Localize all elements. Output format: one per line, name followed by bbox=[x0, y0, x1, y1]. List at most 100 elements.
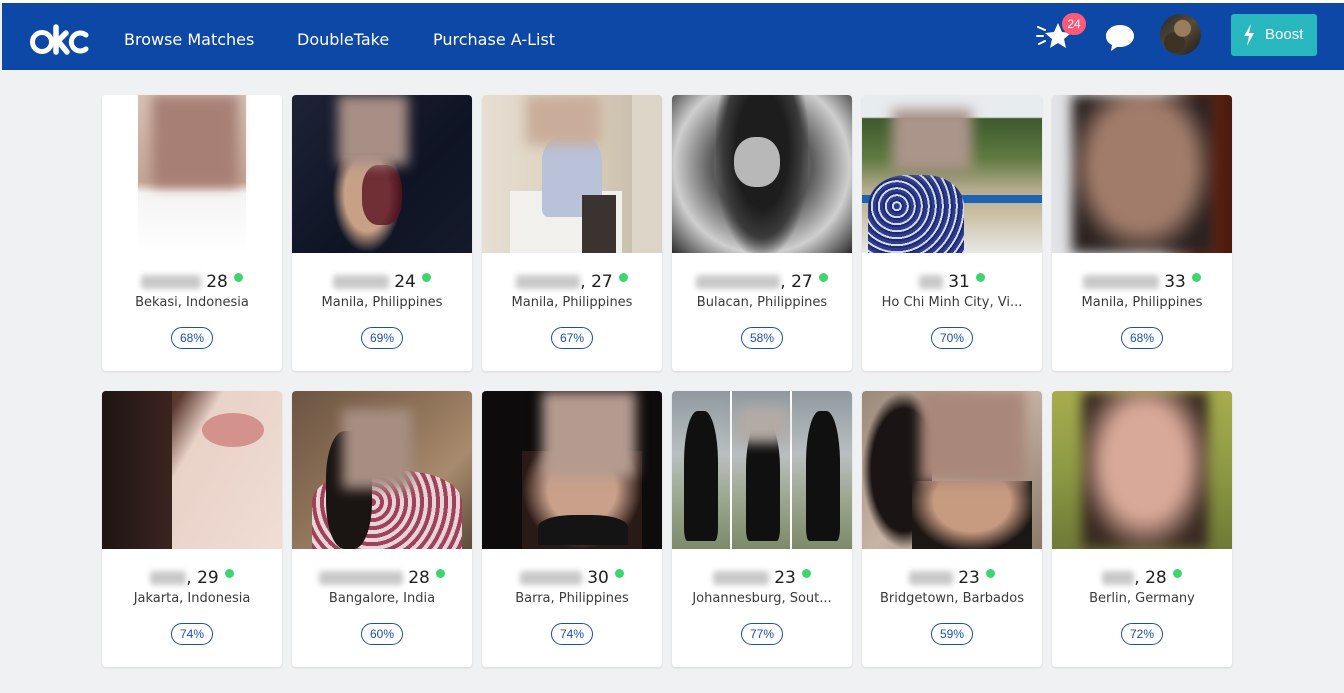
profile-location: Barra, Philippines bbox=[515, 591, 629, 606]
navbar: Browse Matches DoubleTake Purchase A-Lis… bbox=[2, 3, 1344, 70]
name-redacted bbox=[909, 570, 954, 585]
profile-age: 23 bbox=[774, 567, 796, 588]
profile-location: Bulacan, Philippines bbox=[696, 295, 828, 310]
online-indicator bbox=[435, 569, 445, 578]
match-percentage: 67% bbox=[551, 327, 593, 349]
profile-location: Bangalore, India bbox=[328, 591, 436, 606]
boost-button[interactable]: Boost bbox=[1231, 14, 1317, 56]
match-percentage: 68% bbox=[171, 327, 213, 349]
name-age-row: 23 bbox=[672, 567, 852, 589]
profile-location: Berlin, Germany bbox=[1089, 591, 1195, 606]
profile-card[interactable]: , 27 Bulacan, Philippines 58% bbox=[672, 95, 852, 371]
match-percentage: 74% bbox=[551, 623, 593, 645]
name-redacted bbox=[516, 274, 581, 289]
profile-photo bbox=[292, 391, 472, 549]
profile-card[interactable]: 28 Bekasi, Indonesia 68% bbox=[102, 95, 282, 371]
match-percentage: 68% bbox=[1121, 327, 1163, 349]
name-redacted bbox=[696, 274, 781, 289]
nav-browse-matches[interactable]: Browse Matches bbox=[124, 30, 254, 49]
profile-location: Manila, Philippines bbox=[511, 295, 633, 310]
profile-photo bbox=[482, 391, 662, 549]
bolt-icon bbox=[1244, 24, 1254, 46]
profile-age: , 29 bbox=[186, 567, 219, 588]
match-percentage: 74% bbox=[171, 623, 213, 645]
nav-purchase-a-list[interactable]: Purchase A-List bbox=[433, 30, 555, 49]
name-age-row: , 27 bbox=[482, 271, 662, 293]
profile-location: Bekasi, Indonesia bbox=[135, 295, 249, 310]
match-percentage: 59% bbox=[931, 623, 973, 645]
profile-photo bbox=[102, 391, 282, 549]
name-age-row: 23 bbox=[862, 567, 1042, 589]
profile-age: 24 bbox=[394, 271, 416, 292]
name-redacted bbox=[1102, 570, 1135, 585]
profile-age: 28 bbox=[408, 567, 430, 588]
name-redacted bbox=[319, 570, 404, 585]
online-indicator bbox=[975, 273, 985, 282]
profile-card[interactable]: 23 Johannesburg, Sout... 77% bbox=[672, 391, 852, 667]
online-indicator bbox=[233, 273, 243, 282]
match-percentage: 70% bbox=[931, 327, 973, 349]
profile-photo bbox=[292, 95, 472, 253]
online-indicator bbox=[801, 569, 811, 578]
profile-card[interactable]: , 28 Berlin, Germany 72% bbox=[1052, 391, 1232, 667]
profile-card[interactable]: , 29 Jakarta, Indonesia 74% bbox=[102, 391, 282, 667]
name-redacted bbox=[141, 274, 202, 289]
profile-card[interactable]: 28 Bangalore, India 60% bbox=[292, 391, 472, 667]
online-indicator bbox=[818, 273, 828, 282]
online-indicator bbox=[985, 569, 995, 578]
profile-photo bbox=[1052, 391, 1232, 549]
profile-age: , 27 bbox=[780, 271, 813, 292]
name-age-row: 28 bbox=[102, 271, 282, 293]
name-redacted bbox=[150, 570, 187, 585]
profile-photo bbox=[672, 391, 852, 549]
name-age-row: , 27 bbox=[672, 271, 852, 293]
profile-card[interactable]: 30 Barra, Philippines 74% bbox=[482, 391, 662, 667]
profile-age: 31 bbox=[948, 271, 970, 292]
profile-location: Johannesburg, Sout... bbox=[692, 591, 832, 606]
profile-location: Manila, Philippines bbox=[321, 295, 443, 310]
notification-badge: 24 bbox=[1062, 13, 1086, 35]
online-indicator bbox=[224, 569, 234, 578]
profile-card[interactable]: 31 Ho Chi Minh City, Vi... 70% bbox=[862, 95, 1042, 371]
name-redacted bbox=[919, 274, 944, 289]
name-age-row: , 28 bbox=[1052, 567, 1232, 589]
match-percentage: 77% bbox=[741, 623, 783, 645]
match-percentage: 58% bbox=[741, 327, 783, 349]
profile-photo bbox=[862, 391, 1042, 549]
profile-location: Ho Chi Minh City, Vi... bbox=[881, 295, 1023, 310]
name-age-row: 30 bbox=[482, 567, 662, 589]
user-avatar[interactable] bbox=[1160, 14, 1201, 55]
profile-location: Manila, Philippines bbox=[1081, 295, 1203, 310]
match-percentage: 69% bbox=[361, 327, 403, 349]
profile-card[interactable]: , 27 Manila, Philippines 67% bbox=[482, 95, 662, 371]
profile-photo bbox=[672, 95, 852, 253]
match-percentage: 72% bbox=[1121, 623, 1163, 645]
profile-photo bbox=[482, 95, 662, 253]
name-age-row: 24 bbox=[292, 271, 472, 293]
name-age-row: 28 bbox=[292, 567, 472, 589]
profile-age: 33 bbox=[1164, 271, 1186, 292]
okc-logo[interactable] bbox=[30, 23, 92, 57]
profile-photo bbox=[1052, 95, 1232, 253]
match-percentage: 60% bbox=[361, 623, 403, 645]
online-indicator bbox=[421, 273, 431, 282]
chat-bubble-icon bbox=[1106, 25, 1134, 51]
profile-photo bbox=[862, 95, 1042, 253]
boost-label: Boost bbox=[1265, 26, 1304, 43]
name-redacted bbox=[520, 570, 583, 585]
profile-age: 28 bbox=[206, 271, 228, 292]
profile-card[interactable]: 23 Bridgetown, Barbados 59% bbox=[862, 391, 1042, 667]
profile-age: , 28 bbox=[1134, 567, 1167, 588]
profile-location: Bridgetown, Barbados bbox=[880, 591, 1024, 606]
profile-age: 23 bbox=[958, 567, 980, 588]
name-redacted bbox=[333, 274, 390, 289]
messages-button[interactable] bbox=[1104, 22, 1136, 52]
profile-photo bbox=[102, 95, 282, 253]
nav-doubletake[interactable]: DoubleTake bbox=[297, 30, 389, 49]
profile-card[interactable]: 24 Manila, Philippines 69% bbox=[292, 95, 472, 371]
name-redacted bbox=[1083, 274, 1160, 289]
name-age-row: 33 bbox=[1052, 271, 1232, 293]
name-age-row: , 29 bbox=[102, 567, 282, 589]
online-indicator bbox=[1172, 569, 1182, 578]
profile-card[interactable]: 33 Manila, Philippines 68% bbox=[1052, 95, 1232, 371]
